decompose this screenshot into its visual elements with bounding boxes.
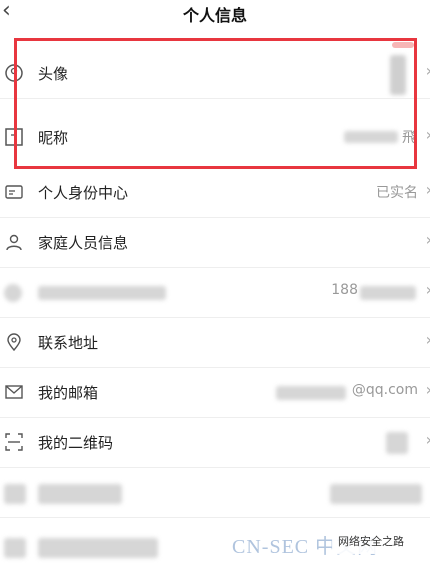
chevron-right-icon: ›	[426, 280, 430, 299]
row-identity-center[interactable]: 个人身份中心 已实名 ›	[0, 168, 430, 218]
row-email[interactable]: 我的邮箱 @qq.com ›	[0, 368, 430, 418]
watermark-badge: 网络安全之路	[332, 530, 410, 554]
chevron-right-icon: ›	[426, 180, 430, 199]
row-label: 联系地址	[38, 334, 99, 352]
avatar-image[interactable]	[390, 55, 406, 95]
page-title: 个人信息	[182, 6, 247, 25]
row-label: 头像	[38, 65, 69, 83]
divider	[0, 98, 430, 99]
row-family-members[interactable]: 家庭人员信息 ›	[0, 218, 430, 268]
verified-status: 已实名	[376, 185, 418, 201]
blurred-phone	[360, 286, 416, 300]
blurred-label	[38, 484, 122, 504]
blurred-value	[330, 484, 422, 504]
row-label: 我的二维码	[38, 434, 114, 452]
blurred-label	[38, 538, 158, 558]
mail-icon	[5, 385, 23, 399]
chevron-right-icon: ›	[426, 430, 430, 449]
chevron-right-icon: ›	[426, 61, 430, 80]
blurred-qr-thumbnail	[386, 432, 408, 454]
location-pin-icon	[7, 333, 21, 352]
blurred-nickname	[344, 131, 398, 143]
blurred-label	[38, 286, 166, 300]
chevron-right-icon: ›	[426, 125, 430, 144]
blurred-icon	[4, 284, 22, 302]
chevron-right-icon: ›	[426, 330, 430, 349]
id-card-icon	[5, 185, 23, 199]
blurred-icon	[4, 538, 26, 558]
email-domain: @qq.com	[351, 382, 418, 398]
row-label: 家庭人员信息	[38, 234, 129, 252]
row-blurred-1[interactable]	[0, 468, 430, 518]
top-bar: ‹ 个人信息	[0, 0, 430, 30]
row-label: 昵称	[38, 129, 69, 147]
chevron-right-icon: ›	[426, 230, 430, 249]
phone-prefix: 188	[331, 282, 358, 298]
red-annotation-mark	[392, 42, 414, 48]
row-nickname[interactable]: 昵称 飛 ›	[0, 113, 430, 163]
qr-scan-icon	[5, 433, 23, 451]
row-value: 飛	[402, 130, 416, 146]
nickname-card-icon	[5, 128, 23, 146]
blurred-icon	[4, 484, 26, 504]
row-avatar[interactable]: 头像 ›	[0, 49, 430, 99]
row-label: 我的邮箱	[38, 384, 99, 402]
avatar-circle-icon	[5, 64, 23, 82]
person-icon	[6, 234, 22, 251]
chevron-right-icon: ›	[426, 380, 430, 399]
row-label: 个人身份中心	[38, 184, 129, 202]
blurred-email	[276, 386, 346, 400]
row-phone[interactable]: 188 ›	[0, 268, 430, 318]
row-qr-code[interactable]: 我的二维码 ›	[0, 418, 430, 468]
row-address[interactable]: 联系地址 ›	[0, 318, 430, 368]
